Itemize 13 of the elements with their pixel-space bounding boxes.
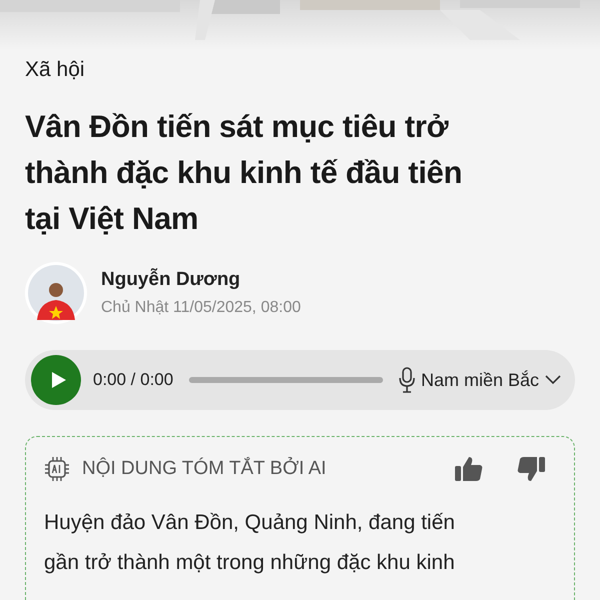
ai-chip-icon [44,456,70,482]
summary-heading: NỘI DUNG TÓM TẮT BỞI AI [82,458,328,480]
playback-time: 0:00 / 0:00 [93,370,174,390]
microphone-icon [398,367,415,393]
category-label[interactable]: Xã hội [25,56,575,84]
publish-date: Chủ Nhật 11/05/2025, 08:00 [101,299,301,317]
voice-selector[interactable]: Nam miền Bắc [398,367,567,393]
play-button[interactable] [31,355,81,405]
summary-text: Huyện đảo Vân Đồn, Quảng Ninh, đang tiến gần trở thành một trong những đặc khu kinh [44,510,456,576]
author-name[interactable]: Nguyễn Dương [101,269,301,291]
article-title: Vân Đồn tiến sát mục tiêu trở thành đặc khu kinh tế đầu tiên tại Việt Nam [25,108,464,238]
progress-track[interactable] [189,377,383,383]
chevron-down-icon [545,375,561,385]
